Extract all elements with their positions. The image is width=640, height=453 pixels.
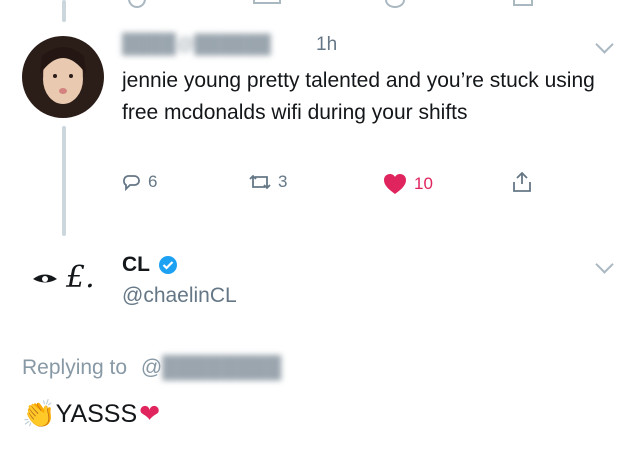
share-icon bbox=[513, 171, 531, 192]
reply-action[interactable]: 6 bbox=[122, 172, 157, 192]
previous-tweet-actions bbox=[0, 0, 640, 12]
tweet-author-handle[interactable]: @██████ bbox=[176, 34, 271, 55]
blurred-handle: ████████ bbox=[162, 356, 282, 379]
like-icon[interactable] bbox=[385, 0, 405, 8]
like-action[interactable]: 10 bbox=[382, 172, 433, 196]
retweet-icon bbox=[249, 174, 271, 190]
profile-options-chevron-icon[interactable] bbox=[595, 255, 614, 274]
replying-to-handle[interactable]: @████████ bbox=[141, 356, 281, 379]
tweet-time: 1h bbox=[316, 34, 338, 55]
share-icon[interactable] bbox=[513, 0, 533, 6]
avatar-portrait-icon bbox=[40, 47, 86, 104]
thread-line-middle bbox=[62, 126, 66, 236]
cl-logo: £. bbox=[66, 260, 95, 295]
heart-icon bbox=[384, 174, 406, 194]
profile-name-text: CL bbox=[122, 253, 150, 276]
profile-name[interactable]: CL bbox=[122, 253, 178, 277]
red-heart-icon: ❤ bbox=[139, 400, 161, 428]
reply-icon[interactable] bbox=[128, 0, 146, 8]
tweet-text: jennie young pretty talented and you’re … bbox=[122, 69, 595, 124]
thread-line-top bbox=[62, 0, 66, 22]
retweet-count: 3 bbox=[278, 172, 288, 191]
profile-handle[interactable]: @chaelinCL bbox=[122, 284, 237, 308]
eye-logo-icon bbox=[33, 274, 57, 283]
handle-prefix: @ bbox=[140, 356, 163, 379]
share-action[interactable] bbox=[510, 170, 534, 194]
reply-icon bbox=[123, 175, 140, 192]
replying-to-label: Replying to bbox=[22, 356, 128, 379]
verified-badge-icon bbox=[159, 256, 177, 274]
retweet-action[interactable]: 3 bbox=[248, 172, 287, 192]
reply-count: 6 bbox=[148, 172, 158, 191]
avatar[interactable] bbox=[22, 36, 104, 118]
like-count: 10 bbox=[414, 174, 433, 193]
tweet-options-chevron-icon[interactable] bbox=[595, 35, 614, 54]
replying-to-line: Replying to @████████ bbox=[22, 356, 281, 380]
clapping-hands-icon: 👏 bbox=[22, 399, 56, 429]
reply-text: 👏 YASSS ❤ bbox=[22, 398, 160, 430]
retweet-icon[interactable] bbox=[253, 0, 281, 4]
tweet-author-name[interactable]: ████ bbox=[122, 34, 176, 56]
reply-body: YASSS bbox=[55, 399, 138, 428]
